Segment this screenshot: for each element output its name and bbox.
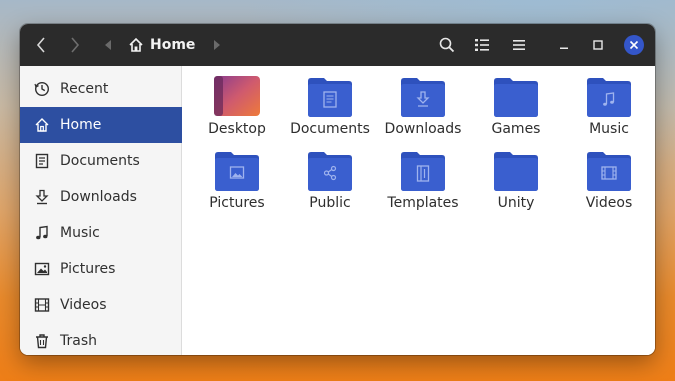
sidebar-item-videos[interactable]: Videos	[20, 287, 182, 323]
documents-folder-icon	[308, 78, 352, 117]
templates-folder-icon	[401, 152, 445, 191]
videos-folder-icon	[587, 152, 631, 191]
triangle-left-icon	[105, 40, 111, 50]
minimize-button[interactable]	[551, 24, 577, 66]
download-icon	[35, 189, 49, 205]
path-right-arrow[interactable]	[209, 24, 225, 66]
file-item-public[interactable]: Public	[284, 141, 376, 213]
hamburger-menu-icon	[513, 40, 525, 50]
minimize-icon	[560, 47, 568, 49]
sidebar-item-label: Trash	[60, 333, 97, 349]
file-item-label: Documents	[290, 121, 370, 137]
file-manager-window: Home Recent Home Documents Downloads Mus…	[20, 24, 655, 355]
sidebar-item-label: Home	[60, 117, 102, 133]
close-icon	[624, 35, 644, 55]
triangle-right-icon	[214, 40, 220, 50]
search-icon	[439, 37, 455, 53]
places-sidebar: Recent Home Documents Downloads Music Pi…	[20, 66, 182, 355]
music-folder-icon	[587, 78, 631, 117]
file-item-label: Pictures	[209, 195, 265, 211]
sidebar-item-label: Music	[60, 225, 100, 241]
file-item-label: Music	[589, 121, 629, 137]
file-item-label: Desktop	[208, 121, 266, 137]
film-icon	[34, 298, 50, 312]
back-button[interactable]	[28, 24, 54, 66]
file-item-games[interactable]: Games	[470, 67, 562, 139]
sidebar-item-label: Videos	[60, 297, 107, 313]
sidebar-item-label: Pictures	[60, 261, 116, 277]
close-button[interactable]	[621, 24, 647, 66]
folder-icon	[494, 78, 538, 117]
public-folder-icon	[308, 152, 352, 191]
file-item-label: Unity	[497, 195, 535, 211]
file-item-label: Videos	[585, 195, 633, 211]
chevron-right-icon	[71, 37, 80, 53]
file-item-pictures[interactable]: Pictures	[191, 141, 283, 213]
sidebar-item-label: Recent	[60, 81, 109, 97]
music-note-icon	[36, 225, 48, 240]
file-item-templates[interactable]: Templates	[377, 141, 469, 213]
home-icon	[129, 37, 143, 52]
file-item-unity[interactable]: Unity	[470, 141, 562, 213]
file-item-label: Public	[309, 195, 351, 211]
file-item-videos[interactable]: Videos	[563, 141, 655, 213]
header-bar: Home	[20, 24, 655, 66]
trash-icon	[36, 334, 48, 349]
file-item-downloads[interactable]: Downloads	[377, 67, 469, 139]
forward-button[interactable]	[62, 24, 88, 66]
sidebar-item-music[interactable]: Music	[20, 215, 182, 251]
desktop-folder-icon	[214, 76, 260, 116]
file-item-documents[interactable]: Documents	[284, 67, 376, 139]
sidebar-item-label: Downloads	[60, 189, 137, 205]
path-left-arrow[interactable]	[100, 24, 116, 66]
sidebar-item-downloads[interactable]: Downloads	[20, 179, 182, 215]
maximize-button[interactable]	[585, 24, 611, 66]
folder-icon	[494, 152, 538, 191]
file-item-music[interactable]: Music	[563, 67, 655, 139]
view-toggle-button[interactable]	[469, 24, 495, 66]
maximize-icon	[593, 40, 603, 50]
search-button[interactable]	[434, 24, 460, 66]
file-item-label: Downloads	[384, 121, 462, 137]
file-grid: Desktop Documents Downloads Games Music …	[182, 66, 655, 355]
file-item-label: Templates	[387, 195, 459, 211]
picture-icon	[34, 262, 50, 276]
home-icon	[35, 118, 49, 132]
sidebar-item-documents[interactable]: Documents	[20, 143, 182, 179]
sidebar-item-recent[interactable]: Recent	[20, 71, 182, 107]
chevron-left-icon	[36, 37, 45, 53]
sidebar-item-home[interactable]: Home	[20, 107, 182, 143]
pictures-folder-icon	[215, 152, 259, 191]
sidebar-item-label: Documents	[60, 153, 140, 169]
clock-icon	[34, 81, 50, 97]
path-bar-label: Home	[150, 37, 196, 53]
menu-button[interactable]	[506, 24, 532, 66]
file-item-desktop[interactable]: Desktop	[191, 67, 283, 139]
path-bar-home[interactable]: Home	[124, 33, 202, 57]
list-view-icon	[475, 39, 489, 51]
downloads-folder-icon	[401, 78, 445, 117]
file-item-label: Games	[491, 121, 541, 137]
sidebar-item-trash[interactable]: Trash	[20, 323, 182, 355]
sidebar-item-pictures[interactable]: Pictures	[20, 251, 182, 287]
document-icon	[35, 153, 49, 169]
